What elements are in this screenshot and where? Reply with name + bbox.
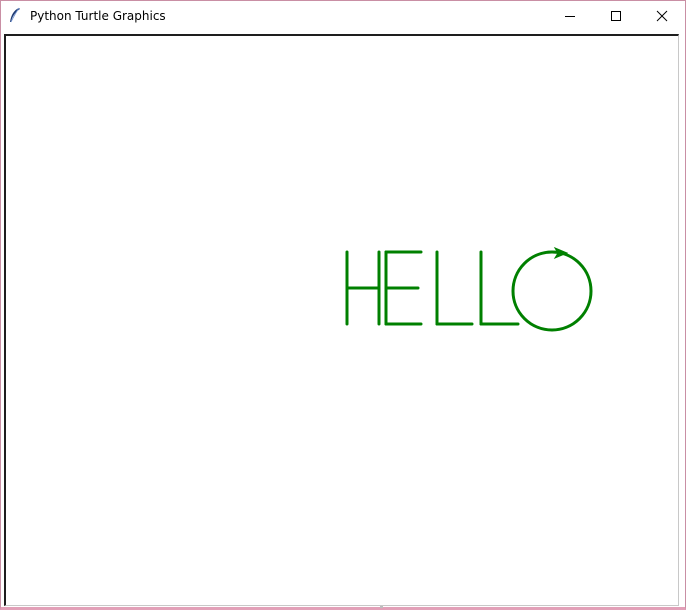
letter-o — [511, 250, 593, 332]
close-icon — [656, 10, 668, 21]
title-bar[interactable]: Python Turtle Graphics — [1, 1, 685, 31]
minimize-icon — [565, 15, 575, 17]
minimize-button[interactable] — [547, 1, 593, 30]
letter-h — [345, 250, 381, 326]
hello-drawing — [345, 250, 593, 332]
maximize-button[interactable] — [593, 1, 639, 30]
maximize-icon — [611, 10, 621, 21]
turtle-canvas-area[interactable] — [4, 34, 679, 606]
turtle-window: Python Turtle Graphics — [0, 0, 686, 610]
letter-l-first — [435, 250, 474, 326]
letter-e — [384, 250, 423, 326]
feather-icon — [10, 7, 20, 23]
close-button[interactable] — [639, 1, 685, 30]
turtle-canvas[interactable] — [6, 36, 679, 605]
window-title: Python Turtle Graphics — [30, 9, 166, 23]
resize-grip — [380, 606, 383, 608]
